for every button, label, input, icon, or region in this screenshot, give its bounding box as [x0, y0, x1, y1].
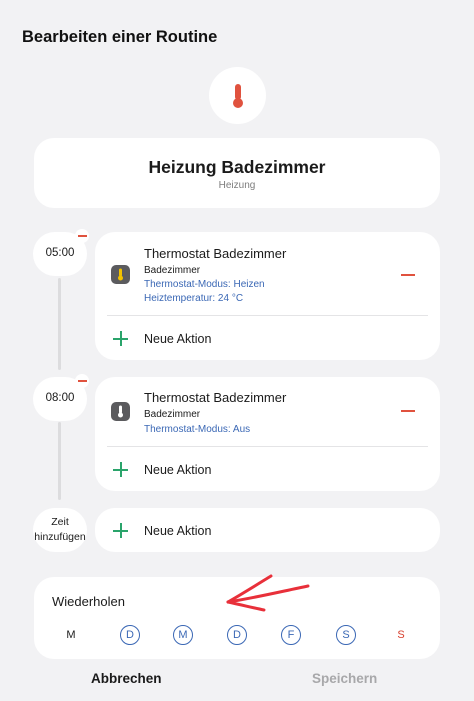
add-time-label: Zeit	[51, 515, 69, 528]
routine-type: Heizung	[218, 180, 256, 191]
timeline-connector	[58, 422, 61, 500]
plus-icon	[113, 331, 128, 346]
day-toggle-friday[interactable]: F	[281, 625, 301, 645]
minus-icon	[77, 235, 87, 237]
thermometer-icon	[232, 83, 243, 108]
timeline-connector	[58, 278, 61, 370]
repeat-label: Wiederholen	[52, 594, 125, 609]
day-toggle-wednesday[interactable]: M	[173, 625, 193, 645]
day-toggle-saturday[interactable]: S	[336, 625, 356, 645]
thermostat-icon	[111, 402, 130, 421]
device-room: Badezimmer	[144, 409, 201, 420]
thermostat-icon	[111, 265, 130, 284]
day-toggle-sunday[interactable]: S	[391, 625, 411, 645]
add-action-card: Neue Aktion	[95, 508, 440, 552]
day-toggle-tuesday[interactable]: D	[120, 625, 140, 645]
day-toggle-thursday[interactable]: D	[227, 625, 247, 645]
action-detail: Thermostat-Modus: Aus	[144, 424, 251, 435]
routine-name-card[interactable]: Heizung Badezimmer Heizung	[34, 138, 440, 208]
save-button[interactable]: Speichern	[312, 671, 377, 686]
action-detail: Heiztemperatur: 24 °C	[144, 293, 244, 304]
page-title: Bearbeiten einer Routine	[22, 28, 218, 46]
add-action-button[interactable]: Neue Aktion	[113, 462, 211, 477]
minus-icon	[77, 380, 87, 382]
cancel-button[interactable]: Abbrechen	[91, 671, 162, 686]
remove-action-button[interactable]	[401, 410, 415, 412]
divider	[107, 446, 428, 447]
plus-icon	[113, 462, 128, 477]
remove-time-button[interactable]	[75, 229, 89, 243]
add-action-button[interactable]: Neue Aktion	[113, 523, 211, 538]
action-card: Thermostat Badezimmer Badezimmer Thermos…	[95, 232, 440, 360]
remove-time-button[interactable]	[75, 374, 89, 388]
device-name: Thermostat Badezimmer	[144, 390, 287, 405]
add-action-label: Neue Aktion	[144, 462, 212, 477]
divider	[107, 315, 428, 316]
device-name: Thermostat Badezimmer	[144, 246, 287, 261]
time-label: 08:00	[45, 392, 75, 405]
day-toggle-monday[interactable]: M	[61, 625, 81, 645]
add-time-button[interactable]: Zeit hinzufügen	[33, 508, 87, 552]
plus-icon	[113, 523, 128, 538]
action-detail: Thermostat-Modus: Heizen	[144, 279, 265, 290]
weekday-selector: M D M D F S S	[61, 625, 416, 645]
add-action-button[interactable]: Neue Aktion	[113, 331, 211, 346]
time-label: 05:00	[45, 247, 75, 260]
add-time-label: hinzufügen	[34, 531, 86, 543]
routine-name: Heizung Badezimmer	[148, 157, 326, 177]
add-action-label: Neue Aktion	[144, 331, 212, 346]
annotation-arrow	[226, 574, 310, 612]
action-card: Thermostat Badezimmer Badezimmer Thermos…	[95, 377, 440, 491]
add-action-label: Neue Aktion	[144, 523, 212, 538]
remove-action-button[interactable]	[401, 274, 415, 276]
routine-icon-button[interactable]	[209, 67, 266, 124]
device-room: Badezimmer	[144, 265, 201, 276]
